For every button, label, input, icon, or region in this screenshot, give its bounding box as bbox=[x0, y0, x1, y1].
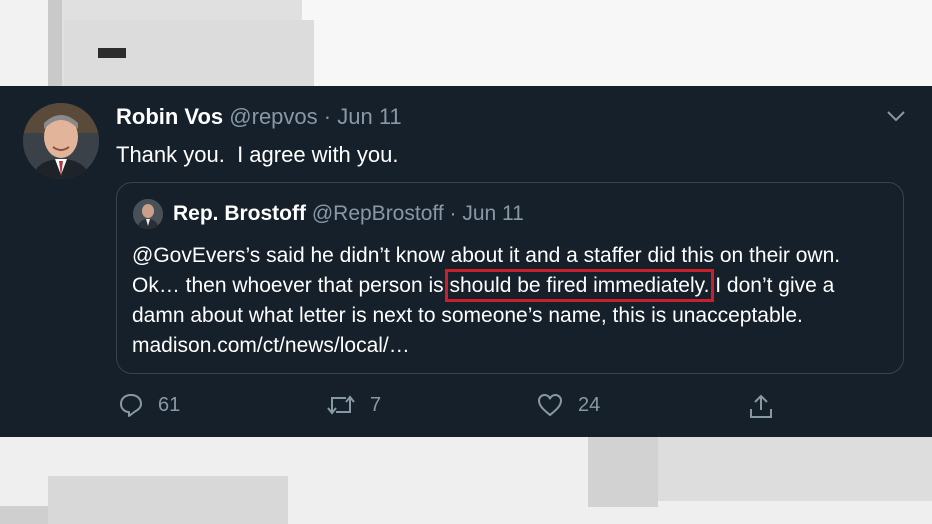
quoted-author-handle[interactable]: @RepBrostoff bbox=[312, 202, 444, 225]
quoted-author-name[interactable]: Rep. Brostoff bbox=[173, 202, 306, 225]
like-count: 24 bbox=[578, 393, 601, 416]
backdrop-panel bbox=[48, 476, 288, 524]
tweet-header: Robin Vos @repvos · Jun 11 bbox=[116, 104, 402, 130]
backdrop-bar bbox=[48, 0, 62, 86]
backdrop-panel bbox=[658, 437, 932, 501]
retweet-button[interactable]: 7 bbox=[326, 392, 381, 418]
chevron-down-icon[interactable] bbox=[886, 108, 906, 124]
quoted-header: Rep. Brostoff @RepBrostoff · Jun 11 bbox=[173, 202, 524, 226]
like-button[interactable]: 24 bbox=[536, 392, 600, 418]
quoted-date[interactable]: Jun 11 bbox=[462, 202, 524, 225]
backdrop-panel bbox=[588, 437, 658, 507]
tweet-text: Thank you. I agree with you. bbox=[116, 142, 399, 167]
avatar[interactable] bbox=[23, 103, 99, 179]
backdrop-mark bbox=[98, 48, 126, 58]
reply-icon bbox=[118, 392, 144, 418]
tweet-card[interactable]: Robin Vos @repvos · Jun 11 Thank you. I … bbox=[0, 86, 932, 437]
separator-dot: · bbox=[449, 202, 457, 225]
backdrop-panel bbox=[0, 506, 48, 524]
author-handle[interactable]: @repvos bbox=[229, 104, 317, 129]
author-name[interactable]: Robin Vos bbox=[116, 104, 223, 129]
retweet-count: 7 bbox=[370, 393, 382, 416]
share-button[interactable] bbox=[748, 392, 774, 420]
reply-count: 61 bbox=[158, 393, 181, 416]
tweet-date[interactable]: Jun 11 bbox=[337, 104, 401, 129]
reply-button[interactable]: 61 bbox=[118, 392, 180, 418]
quoted-avatar[interactable] bbox=[133, 199, 163, 229]
quoted-avatar-image bbox=[133, 199, 163, 229]
backdrop-panel bbox=[302, 0, 932, 86]
highlighted-phrase: should be fired immediately. bbox=[444, 269, 715, 302]
heart-icon bbox=[536, 392, 564, 418]
quoted-tweet[interactable]: Rep. Brostoff @RepBrostoff · Jun 11 @Gov… bbox=[116, 182, 904, 374]
quoted-text: @GovEvers’s said he didn’t know about it… bbox=[132, 241, 892, 361]
avatar-image bbox=[23, 103, 99, 179]
action-bar: 61 7 24 bbox=[116, 392, 876, 426]
share-icon bbox=[748, 392, 774, 420]
retweet-icon bbox=[326, 392, 356, 418]
separator-dot: · bbox=[323, 104, 332, 129]
